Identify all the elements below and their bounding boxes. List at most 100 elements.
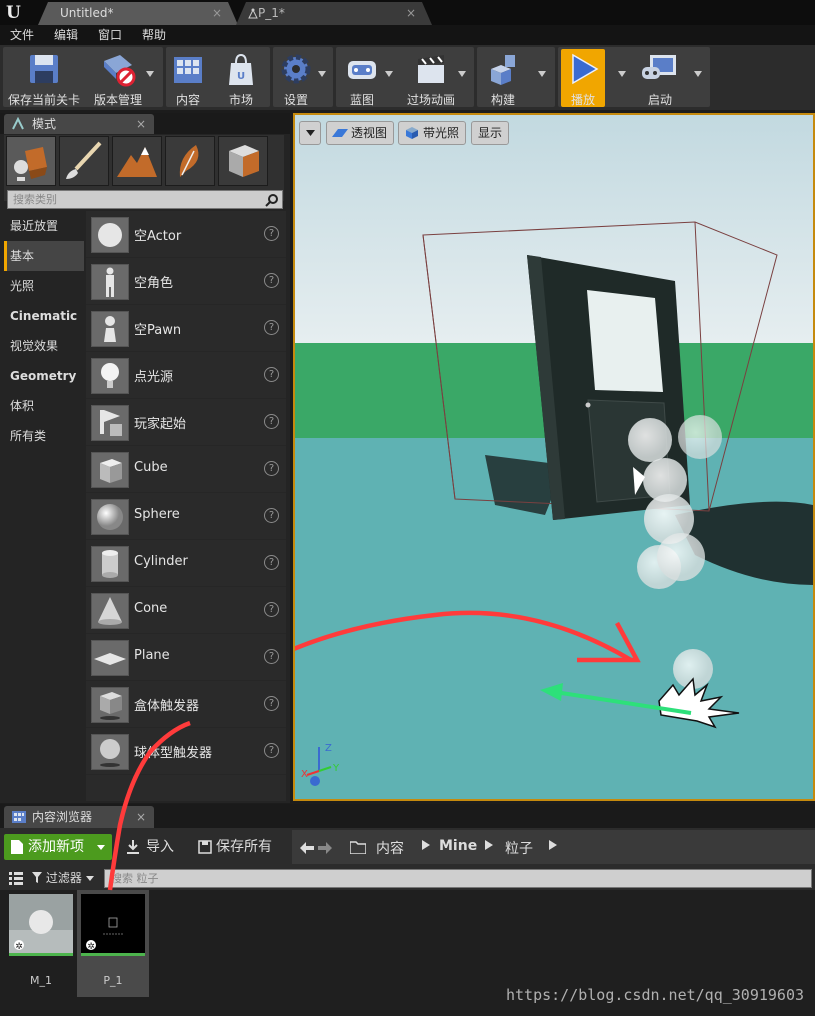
- actor-name: Sphere: [134, 507, 180, 522]
- menu-window[interactable]: 窗口: [98, 25, 122, 45]
- close-icon[interactable]: ×: [136, 806, 146, 828]
- help-icon[interactable]: ?: [264, 414, 279, 429]
- actor-name: Cylinder: [134, 554, 188, 569]
- clapperboard-icon: [418, 55, 444, 83]
- foliage-mode-button[interactable]: [165, 136, 215, 186]
- blueprint-icon: [348, 61, 376, 79]
- content-grid-icon: [174, 57, 202, 83]
- place-mode-button[interactable]: [6, 136, 56, 186]
- help-icon[interactable]: ?: [264, 649, 279, 664]
- help-icon[interactable]: ?: [264, 508, 279, 523]
- folder-icon[interactable]: [350, 840, 366, 854]
- back-arrow-icon[interactable]: [300, 842, 314, 854]
- close-icon[interactable]: ×: [136, 114, 146, 134]
- perspective-button[interactable]: 透视图: [326, 121, 395, 145]
- list-item[interactable]: Cube ?: [86, 446, 286, 493]
- landscape-mode-button[interactable]: [112, 136, 162, 186]
- asset-tile-m1[interactable]: ✲ M_1: [5, 890, 77, 997]
- paint-mode-button[interactable]: [59, 136, 109, 186]
- add-new-button[interactable]: 添加新项: [4, 834, 112, 860]
- forward-arrow-icon[interactable]: [318, 842, 332, 854]
- geometry-mode-button[interactable]: [218, 136, 268, 186]
- help-icon[interactable]: ?: [264, 367, 279, 382]
- help-icon[interactable]: ?: [264, 461, 279, 476]
- save-all-button[interactable]: 保存所有: [196, 834, 272, 860]
- play-button[interactable]: 播放: [561, 49, 605, 107]
- close-icon[interactable]: ×: [212, 2, 222, 24]
- list-item[interactable]: Plane ?: [86, 634, 286, 681]
- cone-icon: [91, 593, 129, 629]
- search-icon[interactable]: [265, 193, 279, 207]
- list-item[interactable]: 盒体触发器 ?: [86, 681, 286, 728]
- list-item[interactable]: 玩家起始 ?: [86, 399, 286, 446]
- list-item[interactable]: 点光源 ?: [86, 352, 286, 399]
- actor-name: Plane: [134, 648, 170, 663]
- menu-file[interactable]: 文件: [10, 25, 34, 45]
- settings-button[interactable]: 设置: [258, 49, 334, 107]
- build-button[interactable]: 构建: [465, 49, 541, 107]
- actor-name: 球体型触发器: [134, 746, 213, 761]
- category-cinematic[interactable]: Cinematic: [4, 301, 84, 331]
- help-icon[interactable]: ?: [264, 226, 279, 241]
- viewport-options-button[interactable]: [299, 121, 321, 145]
- asset-tile-p1[interactable]: ✲ P_1: [77, 890, 149, 997]
- source-control-icon: [104, 55, 136, 87]
- menu-edit[interactable]: 编辑: [54, 25, 78, 45]
- launch-button[interactable]: 启动: [622, 49, 698, 107]
- category-visual-effects[interactable]: 视觉效果: [4, 331, 84, 361]
- chevron-down-icon[interactable]: [694, 71, 702, 77]
- modes-search-input[interactable]: 搜索类别: [7, 190, 283, 209]
- actor-name: 玩家起始: [134, 417, 187, 432]
- help-icon[interactable]: ?: [264, 555, 279, 570]
- help-icon[interactable]: ?: [264, 696, 279, 711]
- source-control-button[interactable]: 版本管理: [80, 49, 156, 107]
- chevron-down-icon[interactable]: [538, 71, 546, 77]
- list-item[interactable]: Sphere ?: [86, 493, 286, 540]
- save-level-button[interactable]: 保存当前关卡: [6, 49, 82, 107]
- help-icon[interactable]: ?: [264, 320, 279, 335]
- help-icon[interactable]: ?: [264, 273, 279, 288]
- category-lights[interactable]: 光照: [4, 271, 84, 301]
- geometry-edit-icon: [229, 145, 259, 177]
- build-cubes-icon: [491, 55, 515, 85]
- list-item[interactable]: 球体型触发器 ?: [86, 728, 286, 775]
- filter-button[interactable]: 过滤器: [32, 869, 94, 887]
- help-icon[interactable]: ?: [264, 743, 279, 758]
- chevron-right-icon[interactable]: [485, 840, 493, 850]
- filter-funnel-icon: [32, 872, 42, 883]
- sources-panel-icon[interactable]: [8, 871, 24, 885]
- close-icon[interactable]: ×: [406, 2, 416, 24]
- list-item[interactable]: 空角色 ?: [86, 258, 286, 305]
- chevron-down-icon[interactable]: [385, 71, 393, 77]
- category-recent[interactable]: 最近放置: [4, 211, 84, 241]
- list-item[interactable]: Cone ?: [86, 587, 286, 634]
- tab-untitled[interactable]: Untitled* ×: [38, 2, 238, 25]
- category-geometry[interactable]: Geometry: [4, 361, 84, 391]
- chevron-right-icon[interactable]: [549, 840, 557, 850]
- menu-help[interactable]: 帮助: [142, 25, 166, 45]
- lit-button[interactable]: 带光照: [398, 121, 467, 145]
- cinematics-button[interactable]: 过场动画: [393, 49, 469, 107]
- modes-tab[interactable]: 模式 ×: [4, 114, 154, 134]
- list-item[interactable]: 空Actor ?: [86, 211, 286, 258]
- actor-name: Cube: [134, 460, 168, 475]
- list-item[interactable]: Cylinder ?: [86, 540, 286, 587]
- tab-p1[interactable]: P_1* ×: [236, 2, 432, 25]
- import-button[interactable]: 导入: [124, 834, 174, 860]
- play-icon: [572, 53, 599, 85]
- breadcrumb-mine[interactable]: Mine: [439, 838, 477, 854]
- chevron-right-icon[interactable]: [422, 840, 430, 850]
- list-item[interactable]: 空Pawn ?: [86, 305, 286, 352]
- show-button[interactable]: 显示: [471, 121, 510, 145]
- breadcrumb-content[interactable]: 内容: [376, 838, 404, 858]
- blueprints-button[interactable]: 蓝图: [324, 49, 400, 107]
- level-viewport[interactable]: Z Y X 透视图 带光照 显示: [293, 113, 815, 801]
- category-volumes[interactable]: 体积: [4, 391, 84, 421]
- actor-name: 空角色: [134, 276, 174, 291]
- category-basic[interactable]: 基本: [4, 241, 84, 271]
- category-all-classes[interactable]: 所有类: [4, 421, 84, 451]
- breadcrumb-particles[interactable]: 粒子: [505, 838, 533, 858]
- content-search-input[interactable]: 搜索 粒子: [104, 869, 812, 888]
- help-icon[interactable]: ?: [264, 602, 279, 617]
- content-browser-tab[interactable]: 内容浏览器 ×: [4, 806, 154, 828]
